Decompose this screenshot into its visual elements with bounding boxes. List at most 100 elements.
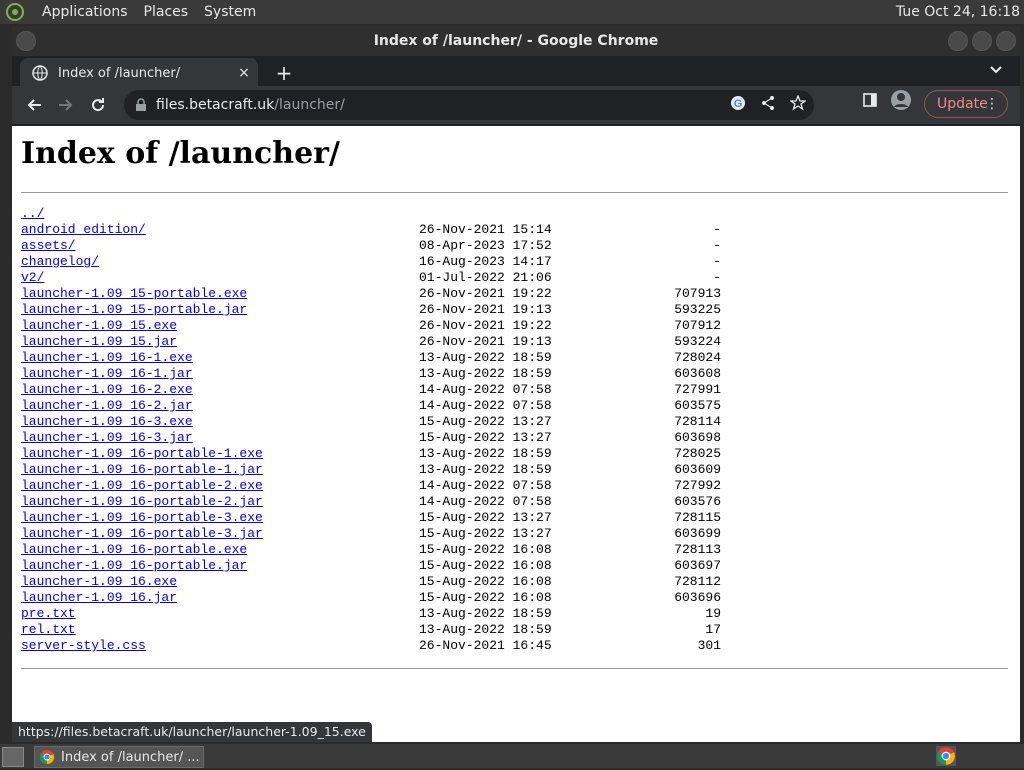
file-link[interactable]: launcher-1.09 16.exe	[21, 574, 177, 590]
update-label: Update	[937, 96, 988, 112]
file-size: 603696	[674, 590, 721, 605]
file-date: 13-Aug-2022 18:59	[419, 446, 552, 461]
new-tab-button[interactable]: +	[274, 61, 294, 85]
file-link[interactable]: pre.txt	[21, 606, 76, 622]
file-link[interactable]: launcher-1.09 16.jar	[21, 590, 177, 606]
side-panel-icon[interactable]	[862, 92, 878, 112]
listing-row: pre.txt 13-Aug-2022 18:59 19	[21, 606, 721, 622]
minimize-icon[interactable]	[948, 31, 968, 51]
listing-row: launcher-1.09 15.exe 26-Nov-2021 19:22 707…	[21, 318, 721, 334]
menu-system[interactable]: System	[196, 0, 264, 24]
file-size: 707913	[674, 286, 721, 301]
file-date: 01-Jul-2022 21:06	[419, 270, 552, 285]
file-link[interactable]: launcher-1.09 16-portable-3.exe	[21, 510, 263, 526]
listing-row: launcher-1.09 16-portable-2.exe 14-Aug-20…	[21, 478, 721, 494]
file-link[interactable]: launcher-1.09 15.jar	[21, 334, 177, 350]
listing-row: v2/01-Jul-2022 21:06 -	[21, 270, 721, 286]
listing-row: ../	[21, 206, 721, 222]
file-link[interactable]: launcher-1.09 16-portable.jar	[21, 558, 247, 574]
file-date: 26-Nov-2021 19:13	[419, 302, 552, 317]
file-link[interactable]: launcher-1.09 16-3.exe	[21, 414, 193, 430]
file-date: 13-Aug-2022 18:59	[419, 462, 552, 477]
menu-places[interactable]: Places	[136, 0, 197, 24]
file-link[interactable]: assets/	[21, 238, 76, 254]
panel-clock[interactable]: Tue Oct 24, 16:18	[896, 0, 1020, 24]
file-link[interactable]: server-style.css	[21, 638, 146, 654]
file-size: 728112	[674, 574, 721, 589]
file-link[interactable]: launcher-1.09 16-3.jar	[21, 430, 193, 446]
file-date: 26-Nov-2021 19:22	[419, 318, 552, 333]
file-link[interactable]: launcher-1.09 16-portable-2.exe	[21, 478, 263, 494]
profile-avatar-icon[interactable]	[890, 89, 912, 115]
file-link[interactable]: launcher-1.09 16-portable-2.jar	[21, 494, 263, 510]
file-date: 15-Aug-2022 16:08	[419, 590, 552, 605]
file-size: -	[713, 254, 721, 269]
bookmark-star-icon[interactable]	[789, 94, 807, 115]
url-host: files.betacraft.uk	[156, 97, 275, 113]
taskbar-chrome-window[interactable]: Index of /launcher/ ...	[34, 746, 204, 768]
kebab-menu-icon[interactable]: ⋮	[985, 96, 999, 112]
file-link[interactable]: launcher-1.09 16-portable-1.exe	[21, 446, 263, 462]
listing-row: launcher-1.09 16-portable-1.exe 13-Aug-20…	[21, 446, 721, 462]
file-link[interactable]: rel.txt	[21, 622, 76, 638]
file-date: 13-Aug-2022 18:59	[419, 606, 552, 621]
file-link[interactable]: ../	[21, 206, 44, 222]
tab-index-launcher[interactable]: Index of /launcher/ ×	[20, 58, 258, 88]
google-lens-icon[interactable]: G	[730, 95, 746, 115]
file-link[interactable]: launcher-1.09 16-2.jar	[21, 398, 193, 414]
file-link[interactable]: launcher-1.09 16-portable-3.jar	[21, 526, 263, 542]
menu-applications[interactable]: Applications	[34, 0, 136, 24]
file-link[interactable]: v2/	[21, 270, 44, 286]
file-link[interactable]: launcher-1.09 16-1.exe	[21, 350, 193, 366]
listing-row: server-style.css 26-Nov-2021 16:45 301	[21, 638, 721, 654]
address-bar[interactable]: files.betacraft.uk/launcher/ G	[124, 90, 814, 120]
file-date: 26-Nov-2021 19:22	[419, 286, 552, 301]
listing-row: assets/08-Apr-2023 17:52 -	[21, 238, 721, 254]
file-link[interactable]: launcher-1.09 15.exe	[21, 318, 177, 334]
update-button[interactable]: Update ⋮	[924, 90, 1008, 118]
listing-row: launcher-1.09 15-portable.exe 26-Nov-2021…	[21, 286, 721, 302]
file-date: 14-Aug-2022 07:58	[419, 398, 552, 413]
tab-label: Index of /launcher/	[58, 65, 181, 81]
file-date: 13-Aug-2022 18:59	[419, 622, 552, 637]
show-desktop-icon[interactable]	[2, 747, 24, 767]
file-link[interactable]: launcher-1.09 16-portable-1.jar	[21, 462, 263, 478]
file-date: 13-Aug-2022 18:59	[419, 366, 552, 381]
lock-icon[interactable]	[134, 98, 148, 112]
back-arrow-icon[interactable]	[18, 89, 50, 121]
window-titlebar[interactable]: Index of /launcher/ - Google Chrome	[12, 26, 1020, 56]
task-label: Index of /launcher/ ...	[61, 749, 200, 765]
listing-row: launcher-1.09 16.jar 15-Aug-2022 16:08 603…	[21, 590, 721, 606]
close-window-icon[interactable]	[996, 31, 1016, 51]
file-size: 728025	[674, 446, 721, 461]
tab-close-icon[interactable]: ×	[234, 65, 254, 81]
file-link[interactable]: launcher-1.09 15-portable.exe	[21, 286, 247, 302]
file-date: 26-Nov-2021 16:45	[419, 638, 552, 653]
file-link[interactable]: launcher-1.09 16-portable.exe	[21, 542, 247, 558]
file-date: 16-Aug-2023 14:17	[419, 254, 552, 269]
window-menu-icon[interactable]	[16, 31, 36, 51]
distro-logo-icon[interactable]	[4, 1, 26, 23]
file-link[interactable]: launcher-1.09 15-portable.jar	[21, 302, 247, 318]
share-icon[interactable]	[760, 95, 776, 115]
maximize-icon[interactable]	[972, 31, 992, 51]
file-size: 603698	[674, 430, 721, 445]
file-date: 14-Aug-2022 07:58	[419, 494, 552, 509]
listing-row: launcher-1.09 16-3.jar 15-Aug-2022 13:27 6…	[21, 430, 721, 446]
file-size: 728114	[674, 414, 721, 429]
page-content: Index of /launcher/ ../android edition/2…	[12, 126, 1020, 742]
file-date: 15-Aug-2022 16:08	[419, 558, 552, 573]
listing-row: launcher-1.09 15-portable.jar 26-Nov-2021…	[21, 302, 721, 318]
tray-chrome-icon[interactable]	[936, 746, 956, 766]
file-link[interactable]: launcher-1.09 16-1.jar	[21, 366, 193, 382]
bottom-taskbar: Index of /launcher/ ...	[0, 744, 1024, 768]
listing-row: launcher-1.09 16-2.exe 14-Aug-2022 07:58 7…	[21, 382, 721, 398]
file-link[interactable]: android edition/	[21, 222, 146, 238]
file-link[interactable]: launcher-1.09 16-2.exe	[21, 382, 193, 398]
forward-arrow-icon[interactable]	[50, 89, 82, 121]
file-link[interactable]: changelog/	[21, 254, 99, 270]
tab-search-chevron-icon[interactable]	[990, 63, 1002, 77]
file-date: 15-Aug-2022 16:08	[419, 542, 552, 557]
file-size: 17	[705, 622, 721, 637]
reload-icon[interactable]	[82, 89, 114, 121]
